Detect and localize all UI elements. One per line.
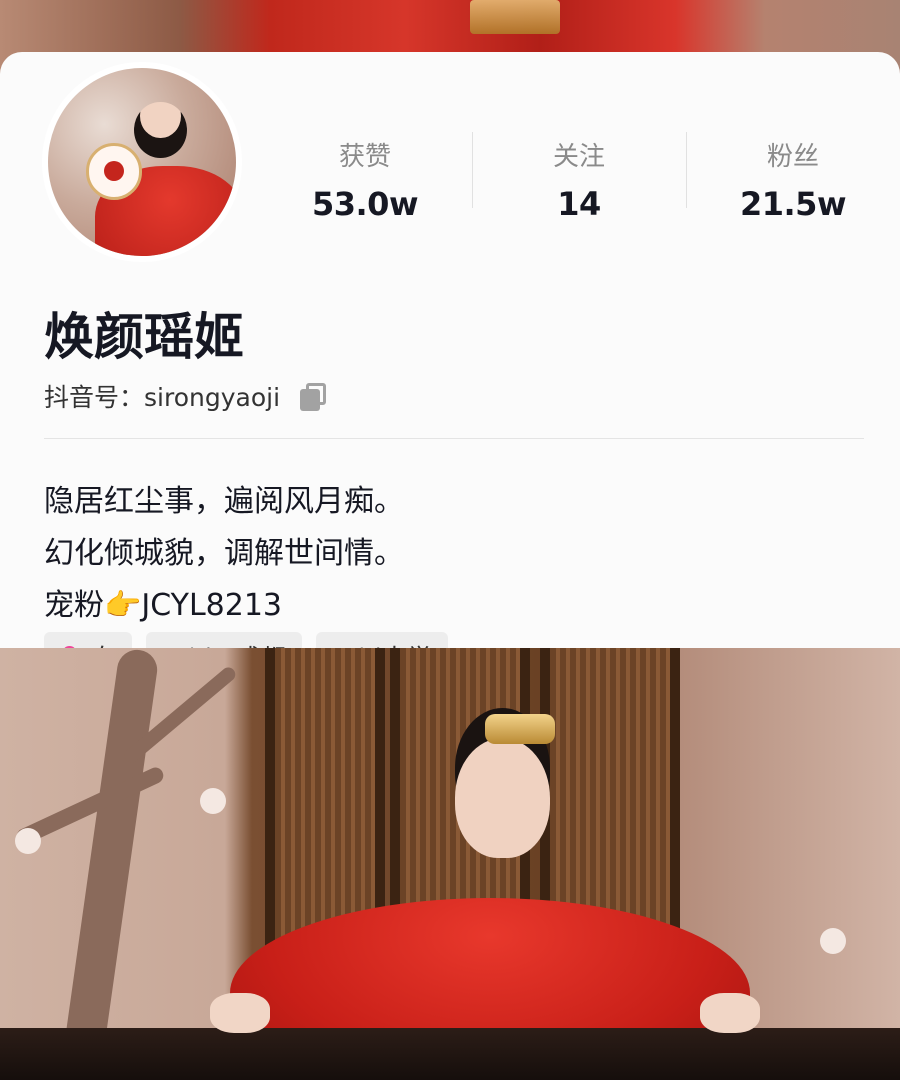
post-photo[interactable]	[0, 648, 900, 1080]
bio-line: 幻化倾城貌，调解世间情。	[44, 536, 404, 571]
account-row: 抖音号：sirongyaoji	[44, 378, 328, 414]
figure-hand	[210, 993, 270, 1033]
profile-card: 获赞 53.0w 关注 14 粉丝 21.5w 焕颜瑶姬 抖音号：sirongy…	[0, 52, 900, 682]
avatar[interactable]	[42, 62, 242, 262]
guqin-instrument	[0, 1028, 900, 1080]
stat-label: 关注	[552, 142, 605, 172]
painted-flower	[200, 788, 226, 814]
painted-flower	[15, 828, 41, 854]
cover-embroidery	[470, 0, 560, 34]
profile-name: 焕颜瑶姬	[44, 308, 244, 366]
stat-value: 53.0w	[311, 185, 419, 223]
stats-row: 获赞 53.0w 关注 14 粉丝 21.5w	[258, 132, 900, 242]
stat-label: 获赞	[338, 142, 391, 172]
stat-value: 14	[557, 185, 601, 223]
painted-flower	[820, 928, 846, 954]
folding-screen-panel	[265, 648, 385, 948]
stat-value: 21.5w	[739, 185, 847, 223]
stat-following[interactable]: 关注 14	[472, 132, 686, 242]
stat-followers[interactable]: 粉丝 21.5w	[686, 132, 900, 242]
bio: 隐居红尘事，遍阅风月痴。 幻化倾城貌，调解世间情。 宠粉👉JCYL8213	[44, 476, 404, 632]
painted-branch	[60, 648, 160, 1079]
stat-label: 粉丝	[766, 142, 819, 172]
avatar-image	[48, 68, 236, 256]
figure-face	[455, 738, 550, 858]
profile-page: 获赞 53.0w 关注 14 粉丝 21.5w 焕颜瑶姬 抖音号：sirongy…	[0, 0, 900, 1080]
figure-hand	[700, 993, 760, 1033]
bio-line: 隐居红尘事，遍阅风月痴。	[44, 484, 404, 519]
figure-crown	[485, 714, 555, 744]
divider	[44, 438, 864, 439]
avatar-face	[134, 101, 188, 159]
stat-likes[interactable]: 获赞 53.0w	[258, 132, 472, 242]
copy-icon[interactable]	[298, 381, 328, 411]
account-id: 抖音号：sirongyaoji	[44, 383, 281, 412]
avatar-fan	[85, 143, 142, 200]
bio-line: 宠粉👉JCYL8213	[44, 588, 283, 623]
